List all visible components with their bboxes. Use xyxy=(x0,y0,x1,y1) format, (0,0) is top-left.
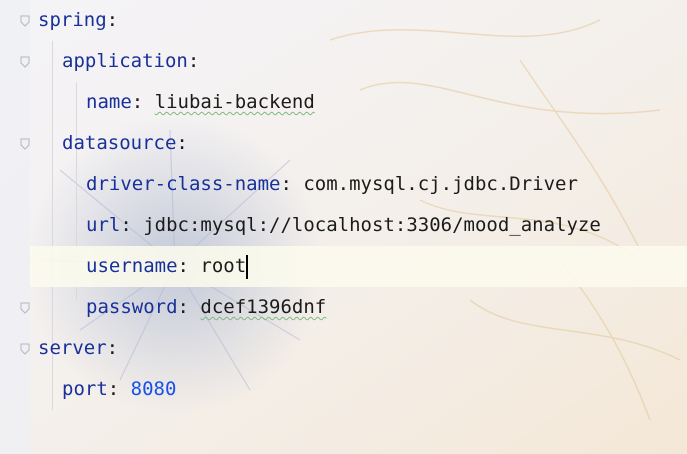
yaml-key: port xyxy=(62,378,108,400)
yaml-value: dcef1396dnf xyxy=(200,296,327,318)
fold-marker-icon[interactable] xyxy=(20,343,30,355)
yaml-separator: : xyxy=(176,132,188,154)
yaml-key: username xyxy=(86,255,178,277)
yaml-key: server xyxy=(38,337,107,359)
code-line[interactable]: datasource: xyxy=(30,123,687,164)
yaml-separator: : xyxy=(106,9,119,31)
yaml-value: root xyxy=(200,255,247,277)
yaml-value: com.mysql.cj.jdbc.Driver xyxy=(303,173,578,195)
yaml-key: name xyxy=(86,91,132,113)
text-caret xyxy=(246,254,249,279)
yaml-key: url xyxy=(86,214,121,236)
code-line[interactable]: username: root xyxy=(30,246,687,287)
code-line[interactable]: spring: xyxy=(30,0,687,41)
yaml-separator: : xyxy=(177,296,201,318)
fold-marker-icon[interactable] xyxy=(20,56,30,68)
yaml-key: datasource xyxy=(62,132,177,154)
yaml-key: password xyxy=(86,296,178,318)
yaml-key: spring xyxy=(38,9,107,31)
yaml-value: liubai-backend xyxy=(154,91,315,113)
editor-gutter xyxy=(0,0,30,454)
code-line[interactable]: url: jdbc:mysql://localhost:3306/mood_an… xyxy=(30,205,687,246)
yaml-separator: : xyxy=(187,50,200,72)
yaml-key: application xyxy=(62,50,188,72)
code-line[interactable]: port: 8080 xyxy=(30,369,687,410)
code-line[interactable]: driver-class-name: com.mysql.cj.jdbc.Dri… xyxy=(30,164,687,205)
yaml-value: jdbc:mysql://localhost:3306/mood_analyze xyxy=(143,214,601,236)
yaml-separator: : xyxy=(280,173,304,195)
yaml-key: driver-class-name xyxy=(86,173,281,195)
yaml-separator: : xyxy=(107,378,131,400)
fold-marker-icon[interactable] xyxy=(20,15,30,27)
code-line[interactable]: application: xyxy=(30,41,687,82)
yaml-value: 8080 xyxy=(130,378,177,400)
code-editor[interactable]: spring: application: name: liubai-backend d… xyxy=(30,0,687,454)
yaml-separator: : xyxy=(120,214,144,236)
code-line[interactable]: name: liubai-backend xyxy=(30,82,687,123)
fold-marker-icon[interactable] xyxy=(20,302,30,314)
yaml-separator: : xyxy=(131,91,155,113)
code-line[interactable]: server: xyxy=(30,328,687,369)
yaml-separator: : xyxy=(177,255,201,277)
fold-marker-icon[interactable] xyxy=(20,138,30,150)
code-line[interactable]: password: dcef1396dnf xyxy=(30,287,687,328)
yaml-separator: : xyxy=(106,337,119,359)
